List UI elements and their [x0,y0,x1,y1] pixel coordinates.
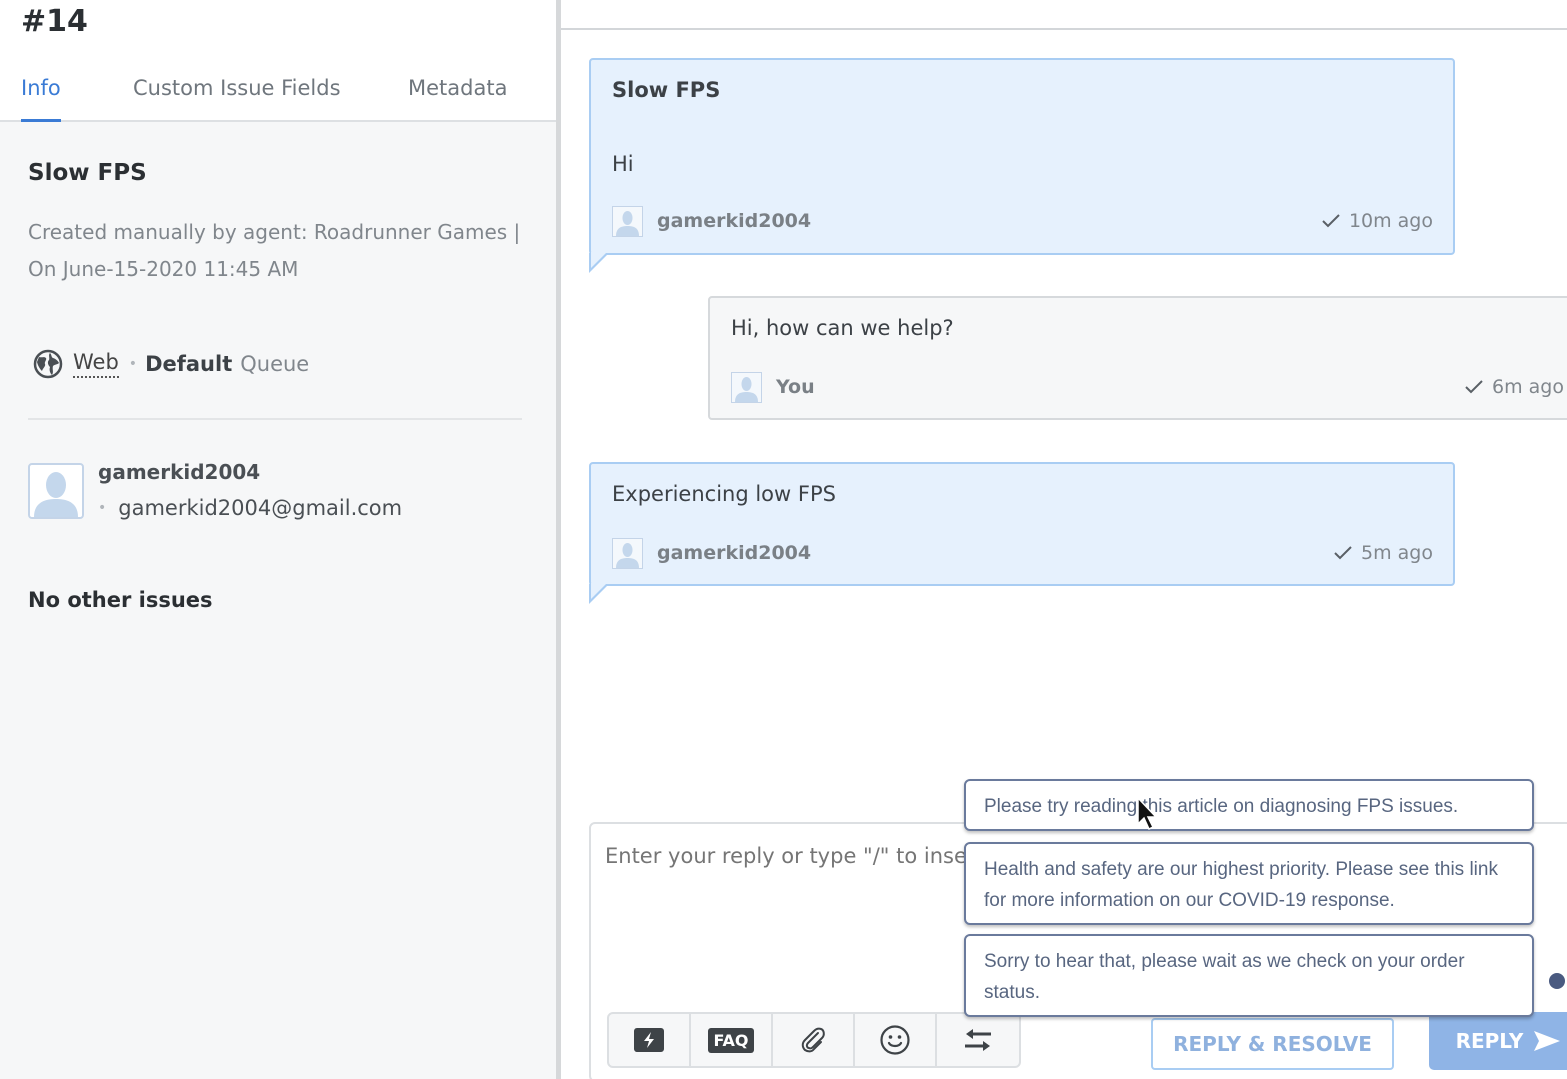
check-icon [1334,546,1352,560]
user-silhouette-icon [34,472,78,517]
author-avatar [731,371,762,403]
queue-label: Queue [240,352,310,376]
created-by-text: Created manually by agent: Roadrunner Ga… [28,220,521,244]
agent-message: Hi, how can we help? You 6m ago [708,296,1567,420]
globe-icon [33,349,63,379]
message-text: Experiencing low FPS [612,482,836,506]
queue-name: Default [145,352,233,376]
message-time: 10m ago [1321,210,1433,232]
customer-name: gamerkid2004 [98,460,261,484]
customer-email-row: • gamerkid2004@gmail.com [98,496,402,520]
tab-metadata[interactable]: Metadata [408,76,507,120]
send-icon [1534,1031,1561,1051]
header-divider [561,28,1567,30]
message-author: gamerkid2004 [657,542,812,564]
reply-input[interactable] [605,844,965,868]
user-silhouette-icon [616,542,639,568]
app-root: #14 Info Custom Issue Fields Metadata Sl… [0,0,1567,1079]
info-tabs: Info Custom Issue Fields Metadata [0,76,556,122]
customer-email: gamerkid2004@gmail.com [118,496,403,520]
message-text: Hi [612,152,634,176]
customer-message: Slow FPS Hi gamerkid2004 10m ago [589,58,1455,273]
attach-button[interactable] [773,1014,855,1066]
bubble-tail [589,583,609,604]
channel-web-link[interactable]: Web [73,350,119,378]
swap-icon [965,1029,991,1051]
reply-and-resolve-button[interactable]: REPLY & RESOLVE [1151,1018,1394,1070]
section-divider [28,418,522,420]
customer-avatar [28,463,84,519]
tab-custom-issue-fields[interactable]: Custom Issue Fields [133,76,341,120]
check-icon [1465,380,1483,394]
message-footer: You 6m ago [731,371,1564,403]
message-time: 6m ago [1464,376,1564,398]
faq-button[interactable]: FAQ [691,1014,773,1066]
other-issues-status: No other issues [28,588,213,612]
message-author: gamerkid2004 [657,210,812,232]
separator-dot: • [98,500,107,516]
suggested-reply[interactable]: Please try reading this article on diagn… [964,779,1534,831]
issue-header: #14 Info Custom Issue Fields Metadata [0,0,556,122]
quick-actions-button[interactable] [609,1014,691,1066]
bubble-tail [589,252,609,273]
reply-button[interactable]: REPLY [1429,1012,1567,1070]
created-date-text: On June-15-2020 11:45 AM [28,257,299,281]
message-footer: gamerkid2004 5m ago [612,537,1433,569]
emoji-icon [880,1025,910,1055]
message-text: Hi, how can we help? [731,316,954,340]
message-timestamp: 10m ago [1348,210,1433,232]
bolt-icon [634,1028,664,1052]
reply-button-label: REPLY [1455,1029,1524,1053]
customer-message: Experiencing low FPS gamerkid2004 5m ago [589,462,1455,604]
issue-info-panel: #14 Info Custom Issue Fields Metadata Sl… [0,0,556,1079]
message-author: You [776,376,815,398]
mouse-cursor-icon [1137,796,1158,831]
separator-dot: • [128,356,138,372]
message-timestamp: 5m ago [1361,542,1433,564]
channel-queue-row: Web • Default Queue [33,346,309,382]
tab-info[interactable]: Info [21,76,61,122]
message-title: Slow FPS [612,78,721,102]
user-silhouette-icon [735,376,758,402]
issue-created-info: Created manually by agent: Roadrunner Ga… [28,214,528,288]
message-footer: gamerkid2004 10m ago [612,205,1433,237]
issue-number: #14 [21,4,88,39]
suggested-reply[interactable]: Sorry to hear that, please wait as we ch… [964,934,1534,1017]
message-timestamp: 6m ago [1492,376,1564,398]
author-avatar [612,205,643,237]
composer-toolbar: FAQ [607,1012,1021,1068]
emoji-button[interactable] [855,1014,937,1066]
suggested-reply[interactable]: Health and safety are our highest priori… [964,842,1534,925]
user-silhouette-icon [616,210,639,236]
paperclip-icon [801,1027,825,1053]
check-icon [1322,214,1340,228]
message-time: 5m ago [1333,542,1433,564]
faq-icon: FAQ [708,1027,754,1053]
author-avatar [612,537,643,569]
status-indicator-dot [1549,973,1565,989]
transfer-button[interactable] [937,1014,1019,1066]
issue-title: Slow FPS [28,160,147,186]
